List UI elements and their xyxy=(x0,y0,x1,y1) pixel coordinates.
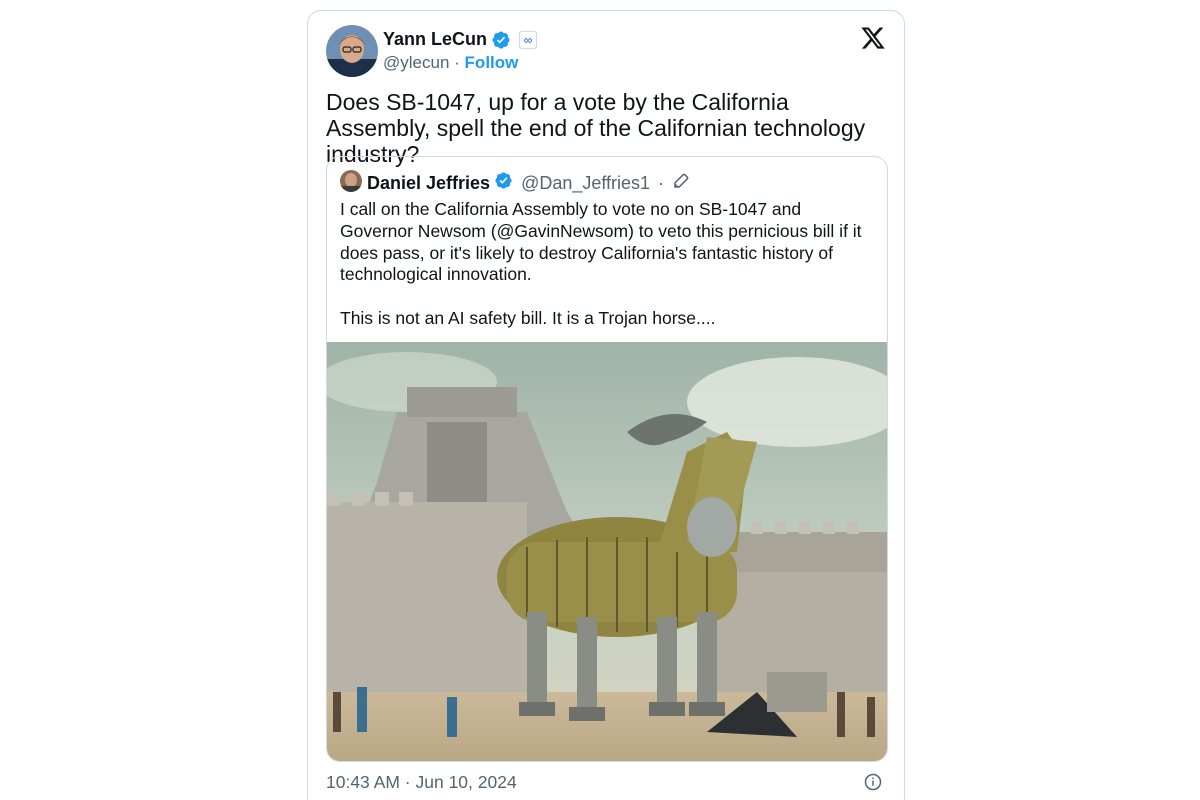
info-icon[interactable] xyxy=(864,773,882,791)
quoted-tweet[interactable]: Daniel Jeffries @Dan_Jeffries1 · I call … xyxy=(326,156,888,762)
follow-button[interactable]: Follow xyxy=(465,53,519,72)
verified-badge-icon xyxy=(494,171,513,195)
author-handle[interactable]: @ylecun xyxy=(383,53,449,72)
quoted-author-name[interactable]: Daniel Jeffries xyxy=(367,173,490,194)
handle-separator: · xyxy=(454,53,460,72)
quoted-paragraph: This is not an AI safety bill. It is a T… xyxy=(340,307,716,328)
x-logo-icon[interactable] xyxy=(860,25,886,51)
trojan-horse-image[interactable] xyxy=(327,342,887,761)
quoted-paragraph: I call on the California Assembly to vot… xyxy=(340,199,862,285)
quoted-separator: · xyxy=(658,172,665,193)
quoted-author-avatar[interactable] xyxy=(340,170,362,192)
quoted-author-handle[interactable]: @Dan_Jeffries1 xyxy=(521,173,650,194)
author-name[interactable]: Yann LeCun xyxy=(383,29,487,50)
tweet-card: Yann LeCun ∞ @ylecun · Follow Does SB-10… xyxy=(307,10,905,800)
tweet-timestamp[interactable]: 10:43 AM · Jun 10, 2024 xyxy=(326,772,517,793)
author-avatar[interactable] xyxy=(326,25,378,77)
verified-badge-icon xyxy=(491,30,511,50)
quoted-tweet-text: I call on the California Assembly to vot… xyxy=(340,199,875,330)
edited-pencil-icon[interactable] xyxy=(672,172,690,195)
meta-icon: ∞ xyxy=(519,30,538,49)
